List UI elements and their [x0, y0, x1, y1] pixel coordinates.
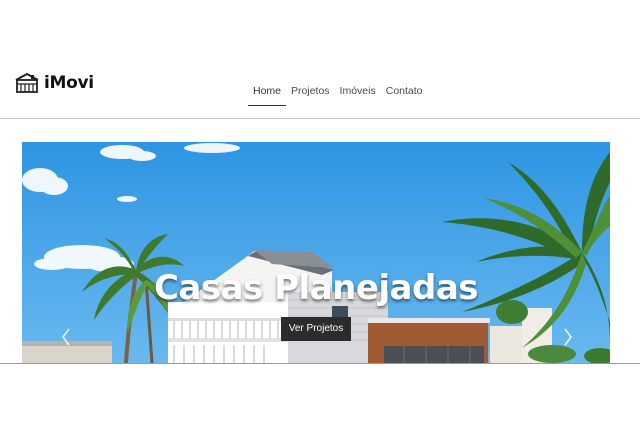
section-divider [0, 363, 640, 364]
site-header: iMovi Home Projetos Imóveis Contato [0, 0, 640, 118]
chevron-right-icon[interactable] [562, 327, 574, 347]
house-icon [15, 72, 39, 93]
nav-item-projetos[interactable]: Projetos [286, 82, 335, 106]
main-nav: Home Projetos Imóveis Contato [248, 82, 428, 106]
brand-logo[interactable]: iMovi [14, 72, 94, 94]
nav-item-contato[interactable]: Contato [381, 82, 428, 106]
nav-item-home[interactable]: Home [248, 82, 287, 106]
brand-name: iMovi [44, 73, 94, 93]
hero-slider: Casas Planejadas Ver Projetos [22, 142, 610, 363]
chevron-left-icon[interactable] [60, 327, 72, 347]
header-divider [0, 118, 640, 119]
nav-item-imoveis[interactable]: Imóveis [335, 82, 381, 106]
ver-projetos-button[interactable]: Ver Projetos [281, 317, 351, 341]
hero-title: Casas Planejadas [153, 268, 479, 308]
